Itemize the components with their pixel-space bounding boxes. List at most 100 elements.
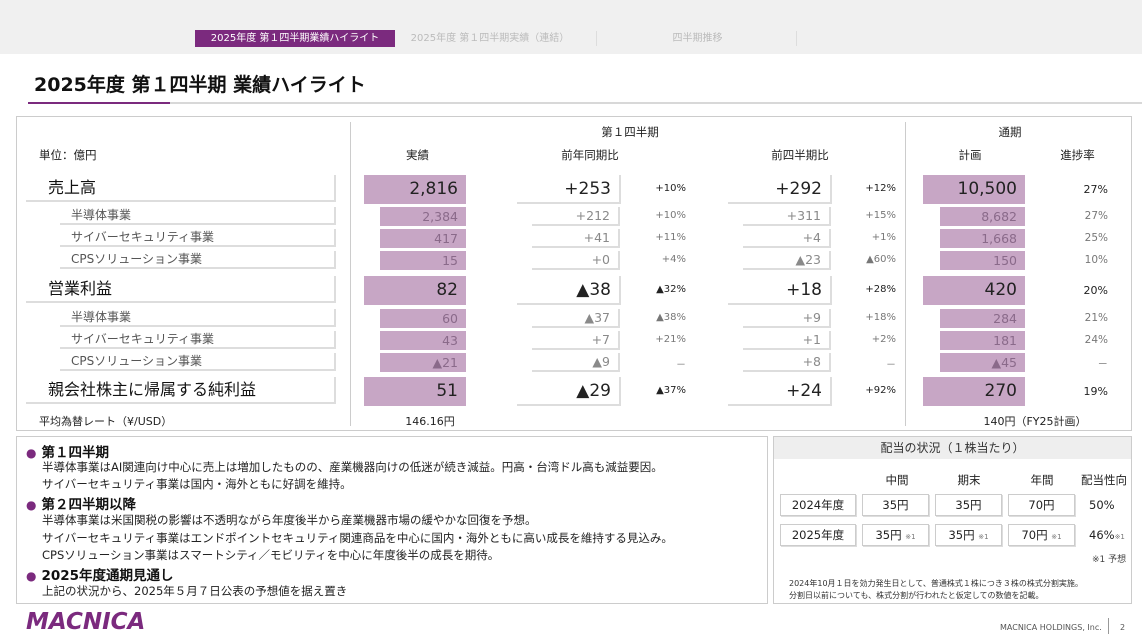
bullet-icon: ●: [26, 446, 37, 460]
plan-value: ▲45: [940, 353, 1025, 372]
div-2025-payout-value: 46%: [1089, 528, 1115, 542]
qoq-value: +4: [743, 229, 831, 248]
header-progress: 進捗率: [1060, 148, 1095, 162]
header-plan: 計画: [958, 148, 982, 162]
comment-text: サイバーセキュリティ事業はエンドポイントセキュリティ関連商品を中心に国内・海外と…: [42, 531, 673, 545]
div-2024-year: 70円: [1008, 494, 1075, 516]
bullet-icon: ●: [26, 569, 37, 583]
tab-quarterly[interactable]: 四半期推移: [600, 30, 795, 47]
qoq-value: ▲23: [743, 251, 831, 270]
yoy-value: ▲37: [532, 309, 620, 328]
div-2025-year-value: 70円: [1021, 528, 1048, 542]
progress-value: 10%: [1084, 254, 1108, 266]
yoy-value: ▲38: [517, 276, 621, 305]
header-fy: 通期: [998, 125, 1022, 139]
qoq-value: +311: [743, 207, 831, 226]
div-year-2025: 2025年度: [780, 524, 856, 546]
yoy-pct: +4%: [661, 254, 686, 265]
yoy-value: +41: [532, 229, 620, 248]
qoq-pct: ▲60%: [866, 254, 896, 265]
row-label: CPSソリューション事業: [60, 251, 336, 269]
progress-value: 25%: [1084, 232, 1108, 244]
actual-value: 82: [364, 276, 466, 305]
actual-value: 417: [380, 229, 466, 248]
row-label: 半導体事業: [60, 207, 336, 225]
row-label: CPSソリューション事業: [60, 353, 336, 371]
yoy-value: +212: [532, 207, 620, 226]
title-accent: [28, 102, 170, 104]
comment-text: 半導体事業は米国関税の影響は不透明ながら年度後半から産業機器市場の緩やかな回復を…: [42, 513, 537, 527]
row-label: 営業利益: [26, 276, 336, 303]
div-2025-year: 70円 ※1: [1008, 524, 1075, 546]
yoy-value: ▲29: [517, 377, 621, 406]
qoq-pct: +92%: [865, 385, 896, 396]
actual-value: 60: [380, 309, 466, 328]
qoq-value: +292: [728, 175, 832, 204]
macnica-logo: MACNICA: [26, 609, 146, 635]
yoy-value: +0: [532, 251, 620, 270]
yoy-value: ▲9: [532, 353, 620, 372]
div-year-2024: 2024年度: [780, 494, 856, 516]
div-2025-end: 35円 ※1: [935, 524, 1002, 546]
qoq-value: +24: [728, 377, 832, 406]
qoq-value: +1: [743, 331, 831, 350]
unit-label: 単位：億円: [39, 148, 97, 162]
plan-value: 284: [940, 309, 1025, 328]
footer-divider: [1108, 618, 1109, 634]
actual-value: 2,816: [364, 175, 466, 204]
table-divider: [905, 122, 906, 426]
plan-value: 270: [923, 377, 1025, 406]
plan-value: 150: [940, 251, 1025, 270]
div-2025-end-value: 35円: [948, 528, 975, 542]
comment-text: 半導体事業はAI関連向け中心に売上は増加したものの、産業機器向けの低迷が続き減益…: [42, 460, 663, 474]
div-2024-end: 35円: [935, 494, 1002, 516]
qoq-pct: +2%: [871, 334, 896, 345]
comment-heading: ● 第２四半期以降: [26, 493, 136, 513]
tab-highlights[interactable]: 2025年度 第１四半期業績ハイライト: [195, 30, 395, 47]
yoy-pct: +10%: [655, 210, 686, 221]
comment-heading-text: 2025年度通期見通し: [41, 568, 174, 584]
comment-heading-text: 第２四半期以降: [41, 497, 136, 513]
qoq-pct: +15%: [865, 210, 896, 221]
yoy-pct: ▲38%: [656, 312, 686, 323]
div-2025-mid-value: 35円: [875, 528, 902, 542]
row-label: サイバーセキュリティ事業: [60, 331, 336, 349]
row-label: 売上高: [26, 175, 336, 202]
fx-label: 平均為替レート（¥/USD）: [39, 415, 173, 428]
company-name: MACNICA HOLDINGS, Inc.: [1000, 623, 1102, 632]
page-number: 2: [1120, 623, 1126, 632]
yoy-pct: ▲32%: [656, 284, 686, 295]
progress-value: 20%: [1083, 284, 1108, 297]
qoq-pct: －: [886, 360, 896, 371]
plan-value: 1,668: [940, 229, 1025, 248]
qoq-pct: +12%: [865, 183, 896, 194]
forecast-mark: ※1: [905, 533, 916, 541]
actual-value: ▲21: [380, 353, 466, 372]
div-header-year: 年間: [1030, 473, 1054, 487]
qoq-value: +8: [743, 353, 831, 372]
progress-value: 27%: [1084, 210, 1108, 222]
qoq-value: +18: [728, 276, 832, 305]
yoy-pct: +11%: [655, 232, 686, 243]
row-label: 半導体事業: [60, 309, 336, 327]
plan-value: 181: [940, 331, 1025, 350]
bullet-icon: ●: [26, 498, 37, 512]
tab-divider: [796, 31, 797, 46]
qoq-value: +9: [743, 309, 831, 328]
actual-value: 51: [364, 377, 466, 406]
div-2024-mid: 35円: [862, 494, 929, 516]
row-label: サイバーセキュリティ事業: [60, 229, 336, 247]
fx-plan: 140円（FY25計画）: [983, 415, 1087, 428]
dividend-title: 配当の状況（１株当たり）: [774, 437, 1131, 459]
split-note: 分割日以前についても、株式分割が行われたと仮定しての数値を記載。: [789, 591, 1044, 600]
tab-results[interactable]: 2025年度 第１四半期実績（連結）: [400, 30, 580, 47]
fx-actual: 146.16円: [405, 415, 455, 428]
div-2024-payout: 50%: [1089, 498, 1115, 512]
plan-value: 10,500: [923, 175, 1025, 204]
yoy-value: +7: [532, 331, 620, 350]
yoy-pct: +21%: [655, 334, 686, 345]
progress-value: 19%: [1083, 385, 1108, 398]
progress-value: －: [1097, 358, 1109, 370]
actual-value: 43: [380, 331, 466, 350]
div-header-mid: 中間: [885, 473, 909, 487]
